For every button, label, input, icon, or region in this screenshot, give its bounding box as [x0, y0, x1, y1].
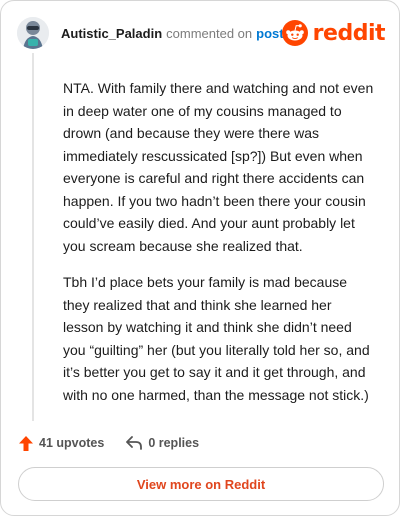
author-name[interactable]: Autistic_Paladin [61, 26, 162, 41]
reddit-logo-icon [281, 20, 308, 46]
view-more-button[interactable]: View more on Reddit [18, 467, 384, 501]
comment-header: Autistic_Paladin commented on post reddit [17, 15, 386, 51]
byline: Autistic_Paladin commented on post [61, 26, 284, 41]
reply-arrow-icon [126, 436, 143, 450]
avatar[interactable] [17, 17, 49, 49]
byline-action: commented on [166, 25, 253, 41]
avatar-icon [17, 17, 49, 49]
upvote-count: 41 upvotes [39, 436, 105, 450]
comment-embed-card: Autistic_Paladin commented on post reddit … [0, 0, 400, 516]
view-more-label: View more on Reddit [136, 476, 266, 492]
upvote-button[interactable]: 41 upvotes [19, 435, 105, 451]
comment-footer: 41 upvotes 0 replies [19, 431, 221, 455]
upvote-arrow-icon [19, 435, 33, 451]
comment-paragraph: Tbh I’d place bets your family is mad be… [63, 274, 370, 403]
reply-count: 0 replies [148, 436, 200, 450]
comment-body: NTA. With family there and watching and … [63, 77, 375, 420]
replies-button[interactable]: 0 replies [126, 436, 199, 450]
comment-paragraph: NTA. With family there and watching and … [63, 80, 374, 254]
thread-line [32, 53, 34, 421]
reddit-brand[interactable]: reddit [281, 19, 386, 47]
post-link[interactable]: post [256, 26, 283, 41]
reddit-wordmark: reddit [312, 20, 386, 46]
